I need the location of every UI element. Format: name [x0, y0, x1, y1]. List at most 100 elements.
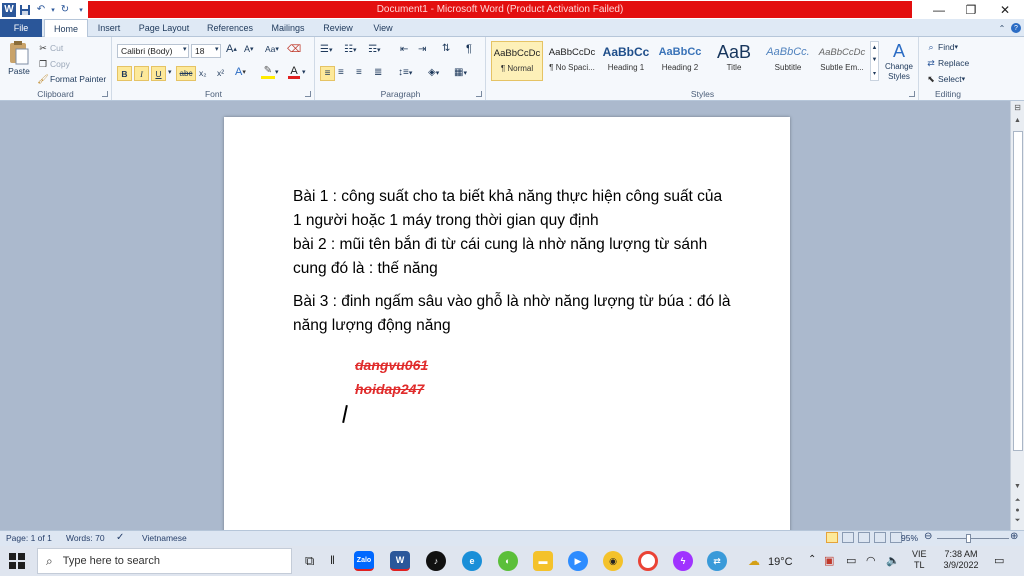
- next-page-icon[interactable]: ⏷: [1012, 517, 1023, 527]
- numbering-button[interactable]: ☷ ▾: [344, 44, 356, 55]
- style-heading-2[interactable]: AaBbCc Heading 2: [654, 41, 706, 81]
- multilevel-list-button[interactable]: ☶ ▾: [368, 44, 380, 55]
- bold-button[interactable]: B: [117, 66, 132, 81]
- highlight-dropdown-icon[interactable]: ▾: [275, 68, 279, 76]
- input-language[interactable]: VIE TL: [912, 549, 927, 571]
- vertical-scrollbar[interactable]: ⊟ ▲ ▼ ⏶ ● ⏷: [1010, 101, 1024, 530]
- line-spacing-button[interactable]: ↕≡ ▾: [398, 67, 412, 78]
- weather-icon[interactable]: ☁: [748, 554, 760, 568]
- justify-icon[interactable]: ≣: [374, 67, 382, 78]
- tab-file[interactable]: File: [0, 19, 42, 37]
- style-heading-1[interactable]: AaBbCc Heading 1: [600, 41, 652, 81]
- font-color-button[interactable]: A: [288, 66, 300, 79]
- scroll-down-icon[interactable]: ▼: [1012, 483, 1023, 494]
- show-hidden-icons[interactable]: ⌃: [808, 554, 816, 565]
- highlight-button[interactable]: ✎: [261, 66, 275, 79]
- underline-button[interactable]: U: [151, 66, 166, 81]
- word-logo-icon[interactable]: W: [2, 2, 16, 17]
- tab-insert[interactable]: Insert: [90, 19, 128, 37]
- align-right-icon[interactable]: ≡: [356, 67, 362, 78]
- paste-button[interactable]: Paste: [5, 40, 33, 76]
- strikethrough-button[interactable]: abc: [176, 66, 196, 81]
- previous-page-icon[interactable]: ⏶: [1012, 497, 1023, 507]
- styles-launcher-icon[interactable]: [909, 91, 915, 97]
- font-name-dropdown-icon[interactable]: ▾: [183, 45, 187, 53]
- styles-more-icon[interactable]: ▾: [873, 70, 876, 77]
- minimize-icon[interactable]: —: [923, 0, 955, 19]
- ruler-toggle-icon[interactable]: ⊟: [1012, 103, 1023, 115]
- replace-button[interactable]: ⇄ Replace: [924, 56, 969, 70]
- tab-review[interactable]: Review: [318, 19, 358, 37]
- undo-icon[interactable]: ↶: [34, 3, 48, 17]
- zalo-icon[interactable]: Zalo: [354, 551, 374, 571]
- tab-references[interactable]: References: [202, 19, 258, 37]
- copy-button[interactable]: ❐ Copy: [36, 57, 70, 71]
- proofing-icon[interactable]: ✓: [116, 532, 124, 543]
- italic-button[interactable]: I: [134, 66, 149, 81]
- undo-dropdown-icon[interactable]: ▾: [50, 3, 56, 17]
- file-explorer-icon[interactable]: ▬: [533, 551, 553, 571]
- format-painter-button[interactable]: 🖌 Format Painter: [36, 72, 106, 86]
- zoom-in-icon[interactable]: ⊕: [1010, 531, 1018, 542]
- zoom-icon[interactable]: ▶: [568, 551, 588, 571]
- tab-view[interactable]: View: [366, 19, 400, 37]
- styles-down-icon[interactable]: ▼: [872, 57, 878, 63]
- superscript-button[interactable]: x²: [217, 68, 224, 78]
- clear-formatting-icon[interactable]: ⌫: [287, 44, 301, 55]
- weather-temp[interactable]: 19°C: [768, 556, 793, 568]
- align-center-icon[interactable]: ≡: [338, 67, 344, 78]
- tab-home[interactable]: Home: [44, 19, 88, 38]
- change-case-button[interactable]: Aa ▾: [265, 44, 279, 54]
- font-color-dropdown-icon[interactable]: ▾: [302, 68, 306, 76]
- ultraviewer-icon[interactable]: ⇄: [707, 551, 727, 571]
- shading-button[interactable]: ◈ ▾: [428, 67, 439, 78]
- word-count[interactable]: Words: 70: [66, 533, 105, 543]
- volume-icon[interactable]: 🔈: [886, 554, 900, 567]
- word-taskbar-icon[interactable]: W: [390, 551, 410, 571]
- borders-button[interactable]: ▦ ▾: [454, 67, 467, 78]
- network-icon[interactable]: ▭: [846, 554, 856, 567]
- paragraph-1[interactable]: Bài 1 : công suất cho ta biết khả năng t…: [293, 185, 733, 233]
- coccoc-icon[interactable]: ◐: [498, 551, 518, 571]
- tab-mailings[interactable]: Mailings: [266, 19, 310, 37]
- subscript-button[interactable]: x₂: [199, 68, 207, 78]
- cut-button[interactable]: ✂ Cut: [36, 41, 63, 55]
- customize-qat-icon[interactable]: ▾: [74, 3, 88, 17]
- widgets-icon[interactable]: ‖: [330, 553, 335, 567]
- increase-indent-icon[interactable]: ⇥: [418, 44, 426, 55]
- app-icon[interactable]: ◉: [603, 551, 623, 571]
- full-screen-reading-icon[interactable]: [842, 532, 854, 543]
- print-layout-icon[interactable]: [826, 532, 838, 543]
- page-count[interactable]: Page: 1 of 1: [6, 533, 52, 543]
- maximize-icon[interactable]: ❐: [955, 0, 987, 19]
- web-layout-icon[interactable]: [858, 532, 870, 543]
- task-view-icon[interactable]: ⧉: [305, 553, 314, 569]
- style-no-spacing[interactable]: AaBbCcDc ¶ No Spaci...: [546, 41, 598, 81]
- help-icon[interactable]: ?: [1010, 19, 1022, 37]
- style-title[interactable]: AaB Title: [708, 41, 760, 81]
- clipboard-launcher-icon[interactable]: [102, 91, 108, 97]
- scroll-thumb[interactable]: [1013, 131, 1023, 451]
- language-status[interactable]: Vietnamese: [142, 533, 187, 543]
- text-effects-button[interactable]: A ▾: [235, 66, 246, 78]
- tray-app-icon[interactable]: ▣: [824, 554, 834, 567]
- zoom-slider-thumb[interactable]: [966, 534, 971, 543]
- taskbar-search[interactable]: ⌕ Type here to search: [37, 548, 292, 574]
- paragraph-launcher-icon[interactable]: [476, 91, 482, 97]
- underline-dropdown-icon[interactable]: ▾: [168, 68, 172, 76]
- shrink-font-button[interactable]: A ▾: [244, 44, 254, 54]
- edge-icon[interactable]: e: [462, 551, 482, 571]
- find-button[interactable]: ⌕ Find ▾: [924, 40, 958, 54]
- document-page[interactable]: Bài 1 : công suất cho ta biết khả năng t…: [224, 117, 790, 537]
- bullets-button[interactable]: ☰ ▾: [320, 44, 332, 55]
- browse-object-icon[interactable]: ●: [1012, 507, 1023, 517]
- save-icon[interactable]: [18, 3, 32, 17]
- outline-icon[interactable]: [874, 532, 886, 543]
- style-normal[interactable]: AaBbCcDc ¶ Normal: [491, 41, 543, 81]
- close-icon[interactable]: ✕: [989, 0, 1021, 19]
- zoom-level[interactable]: 95%: [901, 533, 918, 543]
- select-button[interactable]: ⬉ Select ▾: [924, 72, 965, 86]
- notifications-icon[interactable]: ▭: [994, 554, 1004, 567]
- zoom-slider[interactable]: [937, 538, 1009, 539]
- paragraph-2[interactable]: bài 2 : mũi tên bắn đi từ cái cung là nh…: [293, 233, 733, 281]
